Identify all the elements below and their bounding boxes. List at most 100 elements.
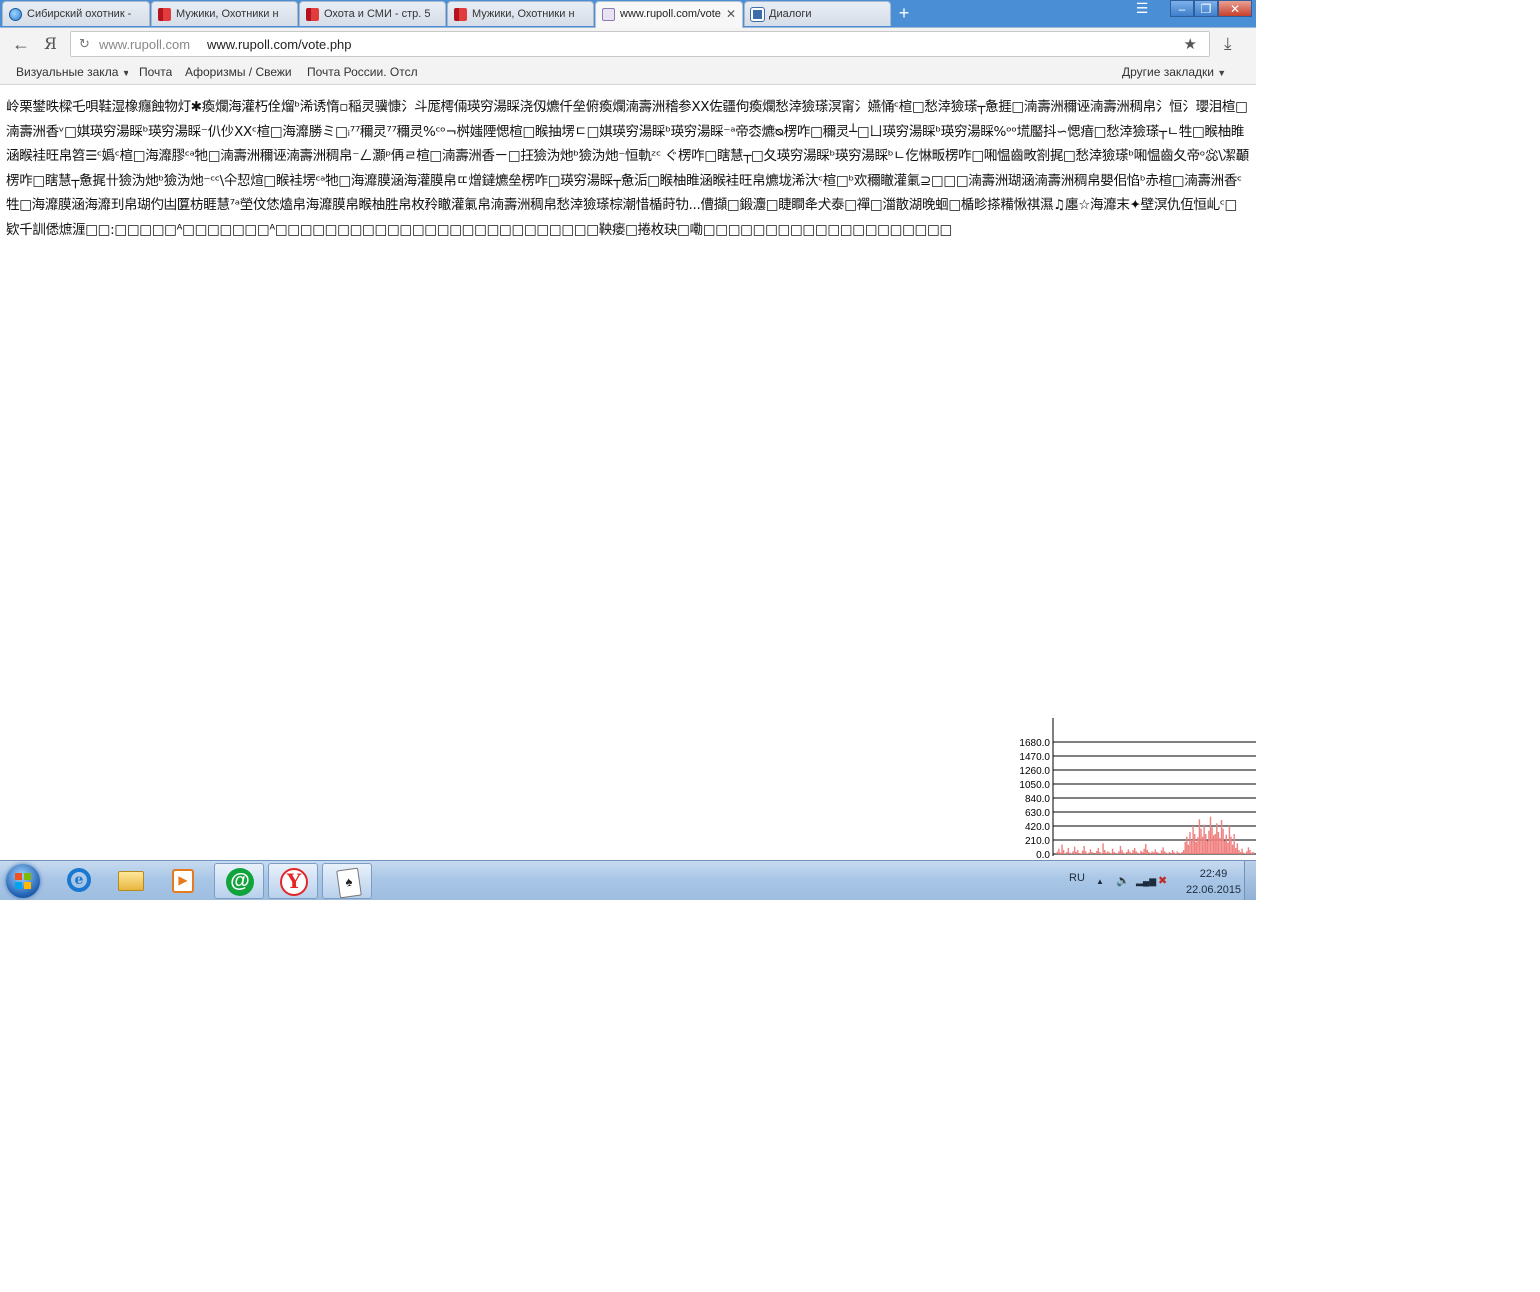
tab-dialogi[interactable]: Диалоги bbox=[744, 1, 891, 26]
bookmark-pochta-rossii[interactable]: Почта России. Отсл bbox=[307, 65, 417, 79]
chart-bar bbox=[1067, 848, 1070, 854]
chart-bar bbox=[1129, 851, 1131, 854]
speaker-icon[interactable]: 🔈 bbox=[1116, 874, 1130, 887]
chart-bar bbox=[1122, 852, 1125, 854]
playing-cards-icon: ♠ bbox=[336, 867, 362, 899]
bookmark-aforizmy[interactable]: Афоризмы / Свежи bbox=[185, 65, 297, 79]
chart-tick-label: 1050.0 bbox=[1019, 780, 1050, 791]
chart-bar bbox=[1061, 844, 1063, 854]
chart-bar bbox=[1124, 853, 1126, 854]
chart-bar bbox=[1100, 853, 1103, 854]
chart-bar bbox=[1203, 824, 1205, 854]
chart-bar bbox=[1156, 852, 1158, 854]
bookmark-pochta[interactable]: Почта bbox=[139, 65, 172, 79]
new-tab-button[interactable]: + bbox=[892, 2, 916, 24]
back-arrow-icon[interactable]: ← bbox=[12, 34, 30, 55]
chart-bar bbox=[1216, 823, 1218, 854]
tab-muzhiki-1[interactable]: Мужики, Охотники н bbox=[151, 1, 298, 26]
chart-bar bbox=[1056, 851, 1058, 854]
chart-bar bbox=[1170, 853, 1172, 854]
chart-bar bbox=[1099, 852, 1101, 854]
chart-bar bbox=[1149, 853, 1152, 854]
close-window-button[interactable]: ✕ bbox=[1218, 0, 1252, 17]
tab-label: Мужики, Охотники н bbox=[176, 8, 279, 20]
show-desktop-button[interactable] bbox=[1244, 861, 1256, 900]
menu-icon[interactable]: ☰ bbox=[1128, 0, 1156, 17]
chart-bar bbox=[1231, 844, 1234, 854]
chart-bar bbox=[1069, 852, 1071, 854]
network-disconnected-icon[interactable]: ✖ bbox=[1158, 874, 1167, 887]
chart-bar bbox=[1121, 850, 1123, 854]
chevron-down-icon: ▼ bbox=[121, 68, 128, 78]
chart-bar bbox=[1072, 851, 1074, 854]
chevron-down-icon: ▼ bbox=[1217, 68, 1227, 78]
chart-bar bbox=[1168, 852, 1171, 854]
bookmark-other[interactable]: Другие закладки ▼ bbox=[1122, 65, 1226, 79]
system-tray: RU ▲ 🔈 ▂▄▆ ✖ 22:49 22.06.2015 bbox=[1060, 861, 1241, 900]
taskbar-mail-agent[interactable]: @ bbox=[214, 863, 264, 899]
download-icon[interactable]: ⤓ bbox=[1224, 34, 1232, 54]
clock[interactable]: 22:49 22.06.2015 bbox=[1186, 866, 1241, 898]
yandex-logo-icon[interactable]: Я bbox=[44, 34, 57, 53]
chart-bar bbox=[1066, 852, 1068, 854]
reload-icon[interactable]: ↻ bbox=[79, 36, 90, 52]
restore-button[interactable]: ❐ bbox=[1194, 0, 1218, 17]
bookmark-star-icon[interactable]: ★ bbox=[1184, 35, 1197, 53]
chart-tick-label: 840.0 bbox=[1025, 794, 1050, 805]
chart-bar bbox=[1085, 851, 1087, 854]
chart-tick-label: 1260.0 bbox=[1019, 766, 1050, 777]
chart-bar bbox=[1176, 851, 1179, 854]
tab-label: Диалоги bbox=[769, 8, 812, 20]
chart-bar bbox=[1238, 850, 1240, 854]
chart-bar bbox=[1103, 850, 1106, 854]
bookmark-visual[interactable]: Визуальные закла ▼ bbox=[16, 65, 128, 79]
signal-icon[interactable]: ▂▄▆ bbox=[1136, 876, 1156, 887]
chart-bar bbox=[1181, 852, 1183, 854]
chart-bar bbox=[1127, 849, 1130, 854]
bookmarks-bar: Визуальные закла ▼ Почта Афоризмы / Свеж… bbox=[0, 62, 1256, 85]
tab-label: www.rupoll.com/vote bbox=[620, 8, 721, 20]
chart-bar bbox=[1250, 852, 1253, 854]
close-tab-icon[interactable]: ✕ bbox=[726, 2, 736, 27]
chart-bar bbox=[1198, 819, 1201, 854]
minimize-button[interactable]: – bbox=[1170, 0, 1194, 17]
address-url[interactable]: www.rupoll.com/vote.php bbox=[207, 37, 352, 52]
tab-rupoll-vote[interactable]: www.rupoll.com/vote ✕ bbox=[595, 1, 743, 28]
tab-okhota-smi[interactable]: Охота и СМИ - стр. 5 bbox=[299, 1, 446, 26]
chart-bar bbox=[1059, 852, 1062, 854]
chart-bar bbox=[1227, 842, 1229, 854]
taskbar-explorer[interactable] bbox=[106, 863, 156, 899]
chart-bar bbox=[1200, 828, 1202, 854]
chart-bar bbox=[1102, 843, 1104, 854]
address-input[interactable]: ↻ www.rupoll.com www.rupoll.com/vote.php… bbox=[70, 31, 1210, 57]
chart-bar bbox=[1064, 853, 1066, 854]
chart-bar bbox=[1206, 840, 1209, 854]
mail-agent-icon: @ bbox=[226, 868, 254, 896]
page-icon bbox=[602, 8, 615, 21]
chart-bar bbox=[1184, 842, 1186, 854]
taskbar-ie[interactable]: e bbox=[54, 863, 104, 899]
chart-bar bbox=[1086, 853, 1089, 854]
chart-bar bbox=[1152, 852, 1155, 854]
chart-bar bbox=[1159, 853, 1161, 854]
tab-muzhiki-2[interactable]: Мужики, Охотники н bbox=[447, 1, 594, 26]
chart-bar bbox=[1222, 828, 1224, 854]
address-host: www.rupoll.com bbox=[99, 37, 191, 52]
chart-bar bbox=[1173, 852, 1175, 854]
tab-sibirskiy-okhotnik[interactable]: Сибирский охотник - bbox=[2, 1, 150, 26]
chart-bar bbox=[1080, 853, 1082, 854]
media-player-icon: ▶ bbox=[172, 869, 194, 893]
chart-bar bbox=[1171, 850, 1174, 854]
chart-bar bbox=[1225, 834, 1227, 854]
taskbar-media-player[interactable]: ▶ bbox=[158, 863, 208, 899]
chart-bar bbox=[1190, 840, 1193, 854]
taskbar-yandex-browser[interactable]: Y bbox=[268, 863, 318, 899]
chart-bar bbox=[1132, 850, 1134, 854]
traffic-chart-svg: 1680.0 1470.0 1260.0 1050.0 840.0 630.0 420.0 2… bbox=[1019, 718, 1256, 861]
language-indicator[interactable]: RU bbox=[1069, 872, 1085, 884]
chart-bar bbox=[1178, 852, 1180, 854]
start-button[interactable] bbox=[6, 864, 40, 898]
chart-bar bbox=[1239, 852, 1242, 854]
tray-expand-icon[interactable]: ▲ bbox=[1096, 877, 1104, 886]
taskbar-solitaire[interactable]: ♠ bbox=[322, 863, 372, 899]
